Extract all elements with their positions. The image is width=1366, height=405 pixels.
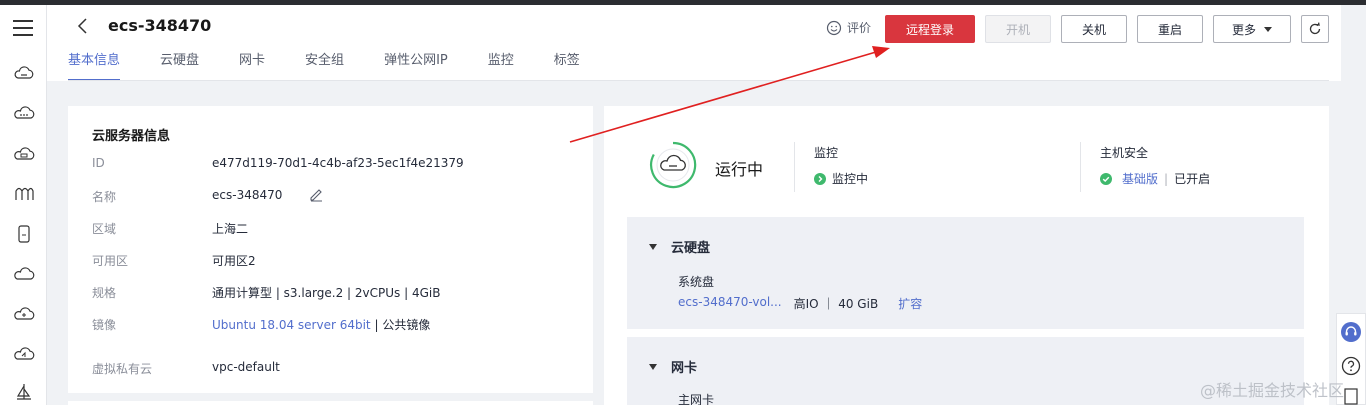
security-edition-link[interactable]: 基础版 bbox=[1122, 170, 1158, 187]
info-value: Ubuntu 18.04 server 64bit | 公共镜像 bbox=[212, 316, 430, 333]
cloud-plus-icon[interactable] bbox=[13, 303, 35, 325]
disk-panel-header[interactable]: 云硬盘 bbox=[649, 237, 710, 256]
power-on-button[interactable]: 开机 bbox=[985, 15, 1051, 43]
help-icon[interactable] bbox=[1341, 356, 1361, 376]
main-nic-label: 主网卡 bbox=[678, 393, 715, 405]
info-key: ID bbox=[92, 156, 105, 170]
disk-panel: 云硬盘 系统盘 ecs-348470-vol... 高IO ｜ 40 GiB 扩… bbox=[627, 217, 1304, 329]
info-value: 上海二 bbox=[212, 222, 249, 236]
check-circle-icon bbox=[1100, 172, 1112, 185]
nic-panel-title: 网卡 bbox=[671, 361, 698, 376]
page-header: ecs-348470 评价 远程登录 开机 关机 重启 更多 基本信息 云硬盘 … bbox=[47, 5, 1341, 81]
cloud-disk-icon[interactable] bbox=[13, 143, 35, 165]
tab-security-groups[interactable]: 安全组 bbox=[305, 51, 344, 81]
info-value: 通用计算型 | s3.large.2 | 2vCPUs | 4GiB bbox=[212, 286, 441, 300]
restart-button[interactable]: 重启 bbox=[1137, 15, 1203, 43]
page-title: ecs-348470 bbox=[108, 16, 212, 35]
vpc-link[interactable]: vpc-default bbox=[212, 360, 280, 374]
tab-basic-info[interactable]: 基本信息 bbox=[68, 51, 121, 81]
disk-meta: 高IO ｜ 40 GiB bbox=[793, 297, 879, 311]
menu-icon[interactable] bbox=[13, 20, 33, 36]
next-card-edge bbox=[68, 401, 593, 405]
sailboat-icon[interactable] bbox=[13, 381, 35, 403]
info-value: 可用区2 bbox=[212, 254, 256, 268]
more-label: 更多 bbox=[1231, 22, 1256, 37]
server-info-card: 云服务器信息 ID e477d119-70d1-4c4b-af23-5ec1f4… bbox=[68, 106, 593, 393]
info-key: 名称 bbox=[92, 190, 117, 204]
divider bbox=[794, 142, 795, 192]
monitor-title: 监控 bbox=[814, 146, 839, 160]
tab-disks[interactable]: 云硬盘 bbox=[160, 51, 199, 81]
refresh-icon bbox=[1309, 22, 1321, 35]
collapse-triangle-icon bbox=[649, 243, 657, 250]
server-info-heading: 云服务器信息 bbox=[92, 129, 171, 144]
image-type: | 公共镜像 bbox=[370, 318, 431, 332]
host-security-status: 基础版 | 已开启 bbox=[1100, 170, 1210, 187]
cloud-server-icon[interactable] bbox=[13, 63, 35, 85]
edit-pencil-icon[interactable] bbox=[308, 186, 324, 202]
info-key: 区域 bbox=[92, 222, 117, 236]
service-sidebar bbox=[0, 5, 47, 405]
disk-panel-title: 云硬盘 bbox=[671, 241, 711, 256]
network-icon[interactable] bbox=[13, 183, 35, 205]
watermark: @稀土掘金技术社区 bbox=[1200, 381, 1345, 400]
info-key: 虚拟私有云 bbox=[92, 362, 153, 376]
info-key: 规格 bbox=[92, 286, 117, 300]
info-key: 可用区 bbox=[92, 254, 129, 268]
host-security-title: 主机安全 bbox=[1100, 146, 1149, 160]
detail-tabs: 基本信息 云硬盘 网卡 安全组 弹性公网IP 监控 标签 bbox=[68, 51, 620, 81]
monitor-value: 监控中 bbox=[832, 172, 869, 186]
customer-service-icon[interactable] bbox=[1341, 322, 1361, 342]
tab-nics[interactable]: 网卡 bbox=[239, 51, 265, 81]
caret-down-icon bbox=[1264, 26, 1272, 32]
refresh-button[interactable] bbox=[1301, 15, 1329, 43]
smile-icon bbox=[826, 20, 842, 35]
disk-row: ecs-348470-vol... 高IO ｜ 40 GiB 扩容 bbox=[678, 295, 922, 312]
cloud-icon[interactable] bbox=[13, 263, 35, 285]
running-status-text: 运行中 bbox=[715, 160, 764, 179]
cloud-arrow-icon[interactable] bbox=[13, 343, 35, 365]
running-status-icon bbox=[650, 141, 697, 189]
info-value: e477d119-70d1-4c4b-af23-5ec1f4e21379 bbox=[212, 156, 464, 170]
collapse-triangle-icon bbox=[649, 363, 657, 370]
rate-feedback[interactable]: 评价 bbox=[826, 19, 871, 36]
back-icon[interactable] bbox=[75, 16, 91, 36]
image-link[interactable]: Ubuntu 18.04 server 64bit bbox=[212, 318, 371, 332]
tab-tags[interactable]: 标签 bbox=[554, 51, 580, 81]
remote-login-button[interactable]: 远程登录 bbox=[885, 15, 975, 43]
divider bbox=[1080, 142, 1081, 192]
tab-eip[interactable]: 弹性公网IP bbox=[384, 51, 448, 81]
device-icon[interactable] bbox=[13, 223, 35, 245]
more-dropdown[interactable]: 更多 bbox=[1213, 15, 1291, 43]
info-key: 镜像 bbox=[92, 318, 117, 332]
power-off-button[interactable]: 关机 bbox=[1061, 15, 1127, 43]
monitor-status: 监控中 bbox=[814, 170, 868, 187]
rate-label: 评价 bbox=[847, 21, 872, 35]
separator: | bbox=[1164, 171, 1169, 186]
tab-monitoring[interactable]: 监控 bbox=[488, 51, 514, 81]
monitor-arrow-icon bbox=[814, 172, 826, 185]
disk-name-link[interactable]: ecs-348470-vol... bbox=[678, 295, 782, 312]
cloud-dots-icon[interactable] bbox=[13, 103, 35, 125]
nic-panel-header[interactable]: 网卡 bbox=[649, 357, 697, 376]
info-value: ecs-348470 bbox=[212, 188, 283, 202]
status-card: 运行中 监控 监控中 主机安全 基础版 | 已开启 云硬盘 系统盘 ecs-34… bbox=[604, 106, 1329, 405]
tab-divider bbox=[68, 80, 1329, 81]
system-disk-label: 系统盘 bbox=[678, 275, 715, 289]
security-state: 已开启 bbox=[1174, 172, 1211, 186]
expand-link[interactable]: 扩容 bbox=[898, 295, 922, 312]
